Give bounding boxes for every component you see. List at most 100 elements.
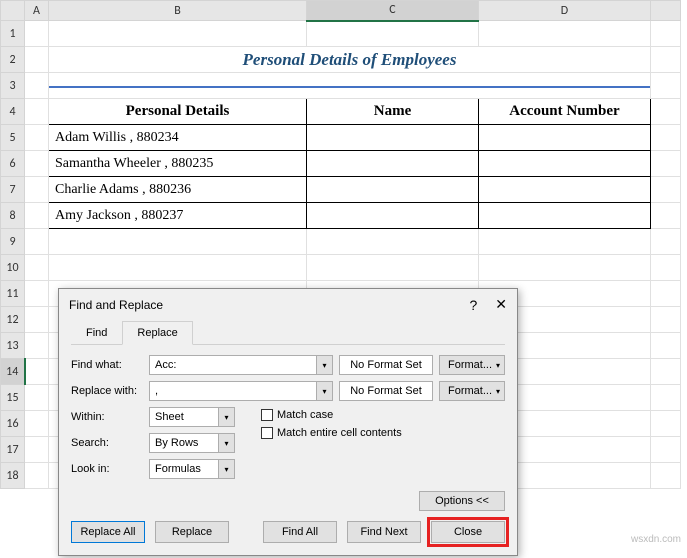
match-entire-checkbox[interactable]: Match entire cell contents <box>261 427 402 439</box>
cell[interactable] <box>49 255 307 281</box>
data-cell[interactable]: Adam Willis , 880234 <box>49 125 307 151</box>
data-cell[interactable] <box>307 125 479 151</box>
row-header[interactable]: 4 <box>1 99 25 125</box>
cell[interactable] <box>25 203 49 229</box>
row-header[interactable]: 13 <box>1 333 25 359</box>
cell[interactable] <box>25 385 49 411</box>
cell[interactable] <box>651 47 681 73</box>
close-button[interactable]: Close <box>431 521 505 543</box>
close-icon[interactable]: ✕ <box>495 296 507 313</box>
col-header-a[interactable]: A <box>25 1 49 21</box>
options-button[interactable]: Options << <box>419 491 505 511</box>
cell[interactable] <box>651 125 681 151</box>
col-header-extra[interactable] <box>651 1 681 21</box>
cell[interactable] <box>25 151 49 177</box>
row-header[interactable]: 8 <box>1 203 25 229</box>
cell[interactable] <box>651 255 681 281</box>
chevron-down-icon[interactable]: ▾ <box>218 460 234 478</box>
replace-format-button[interactable]: Format... <box>439 381 505 401</box>
data-cell[interactable]: Samantha Wheeler , 880235 <box>49 151 307 177</box>
data-cell[interactable]: Amy Jackson , 880237 <box>49 203 307 229</box>
cell[interactable] <box>25 281 49 307</box>
row-header[interactable]: 11 <box>1 281 25 307</box>
cell[interactable] <box>25 229 49 255</box>
cell[interactable] <box>25 437 49 463</box>
col-header-c[interactable]: C <box>307 1 479 21</box>
cell[interactable] <box>651 411 681 437</box>
data-cell[interactable] <box>307 203 479 229</box>
cell[interactable] <box>25 125 49 151</box>
cell[interactable] <box>307 229 479 255</box>
replace-with-input[interactable]: ,▾ <box>149 381 333 401</box>
cell[interactable] <box>651 229 681 255</box>
col-header-b[interactable]: B <box>49 1 307 21</box>
row-header[interactable]: 18 <box>1 463 25 489</box>
data-cell[interactable] <box>307 177 479 203</box>
table-header-details[interactable]: Personal Details <box>49 99 307 125</box>
find-all-button[interactable]: Find All <box>263 521 337 543</box>
cell[interactable] <box>651 281 681 307</box>
help-icon[interactable]: ? <box>469 297 477 313</box>
table-header-account[interactable]: Account Number <box>479 99 651 125</box>
cell[interactable] <box>651 73 681 99</box>
data-cell[interactable] <box>479 125 651 151</box>
cell[interactable] <box>651 203 681 229</box>
cell[interactable] <box>651 385 681 411</box>
search-select[interactable]: By Rows▾ <box>149 433 235 453</box>
replace-all-button[interactable]: Replace All <box>71 521 145 543</box>
cell[interactable] <box>651 99 681 125</box>
cell[interactable] <box>479 21 651 47</box>
cell[interactable] <box>25 411 49 437</box>
find-what-input[interactable]: Acc:▾ <box>149 355 333 375</box>
cell[interactable] <box>479 255 651 281</box>
row-header[interactable]: 15 <box>1 385 25 411</box>
cell[interactable] <box>651 437 681 463</box>
row-header[interactable]: 10 <box>1 255 25 281</box>
row-header[interactable]: 1 <box>1 21 25 47</box>
row-header[interactable]: 3 <box>1 73 25 99</box>
title-cell[interactable]: Personal Details of Employees <box>49 47 651 73</box>
cell[interactable] <box>651 177 681 203</box>
tab-replace[interactable]: Replace <box>122 321 192 345</box>
row-header[interactable]: 17 <box>1 437 25 463</box>
table-header-name[interactable]: Name <box>307 99 479 125</box>
dialog-titlebar[interactable]: Find and Replace ? ✕ <box>59 289 517 320</box>
data-cell[interactable] <box>479 177 651 203</box>
data-cell[interactable] <box>479 151 651 177</box>
cell[interactable] <box>307 21 479 47</box>
row-header[interactable]: 9 <box>1 229 25 255</box>
cell[interactable] <box>651 333 681 359</box>
cell[interactable] <box>25 333 49 359</box>
data-cell[interactable]: Charlie Adams , 880236 <box>49 177 307 203</box>
cell[interactable] <box>25 463 49 489</box>
row-header[interactable]: 6 <box>1 151 25 177</box>
lookin-select[interactable]: Formulas▾ <box>149 459 235 479</box>
chevron-down-icon[interactable]: ▾ <box>316 382 332 400</box>
cell[interactable] <box>25 47 49 73</box>
row-header[interactable]: 2 <box>1 47 25 73</box>
row-header[interactable]: 16 <box>1 411 25 437</box>
cell[interactable] <box>25 307 49 333</box>
replace-button[interactable]: Replace <box>155 521 229 543</box>
row-header[interactable]: 7 <box>1 177 25 203</box>
cell[interactable] <box>651 359 681 385</box>
chevron-down-icon[interactable]: ▾ <box>218 434 234 452</box>
cell[interactable] <box>49 229 307 255</box>
data-cell[interactable] <box>307 151 479 177</box>
row-header[interactable]: 12 <box>1 307 25 333</box>
row-header[interactable]: 5 <box>1 125 25 151</box>
cell[interactable] <box>25 99 49 125</box>
col-header-d[interactable]: D <box>479 1 651 21</box>
cell[interactable] <box>651 463 681 489</box>
cell[interactable] <box>25 21 49 47</box>
cell[interactable] <box>25 255 49 281</box>
cell[interactable] <box>49 73 651 99</box>
cell[interactable] <box>651 151 681 177</box>
cell[interactable] <box>307 255 479 281</box>
find-format-button[interactable]: Format... <box>439 355 505 375</box>
tab-find[interactable]: Find <box>71 321 122 345</box>
chevron-down-icon[interactable]: ▾ <box>218 408 234 426</box>
row-header[interactable]: 14 <box>1 359 25 385</box>
select-all-corner[interactable] <box>1 1 25 21</box>
cell[interactable] <box>49 21 307 47</box>
